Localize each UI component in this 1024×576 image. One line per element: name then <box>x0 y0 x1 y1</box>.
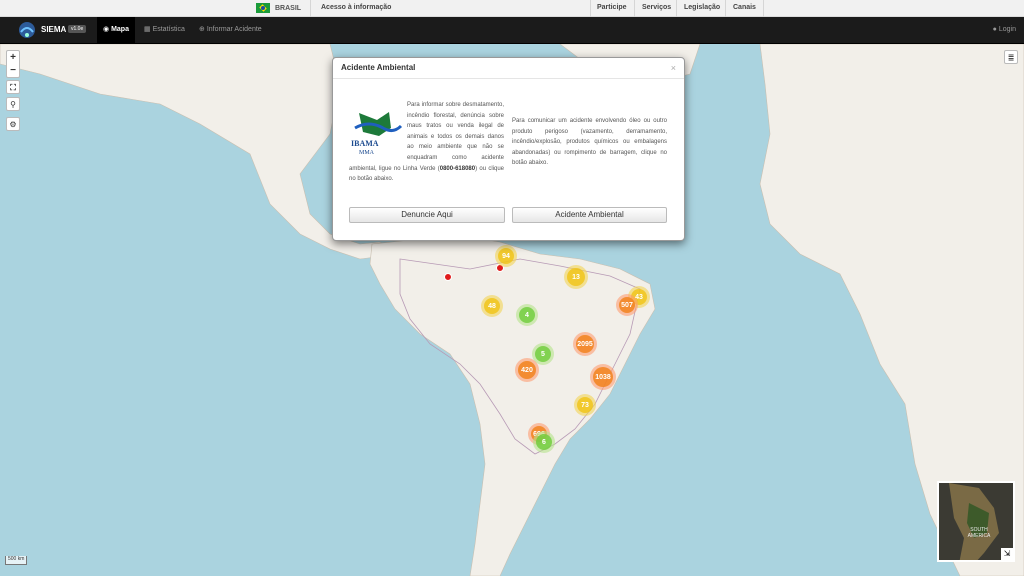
zoom-out-button[interactable]: − <box>7 64 19 77</box>
legislacao-link[interactable]: Legislação <box>684 4 720 11</box>
minimap-toggle-icon[interactable]: ⇲ <box>1001 548 1013 560</box>
gear-icon: ⚙ <box>9 120 17 129</box>
top-navbar: SIEMA v1.0e ◉ Mapa ▦ Estatística ⊕ Infor… <box>0 17 1024 44</box>
layers-icon: ≣ <box>1007 53 1015 62</box>
zoom-in-button[interactable]: + <box>7 51 19 64</box>
canais-link[interactable]: Canais <box>733 4 756 11</box>
fullscreen-button[interactable]: ⛶ <box>6 80 20 94</box>
right-description: Para comunicar um acidente envolvendo ól… <box>512 118 667 167</box>
cluster-marker[interactable]: 48 <box>481 295 503 317</box>
layers-button[interactable]: ≣ <box>1004 50 1018 64</box>
version-badge: v1.0e <box>68 25 87 33</box>
gov-bar: BRASIL Acesso à informação Participe Ser… <box>0 0 1024 17</box>
cluster-marker[interactable]: 13 <box>564 265 588 289</box>
scale-bar: 500 km <box>5 556 28 565</box>
servicos-link[interactable]: Serviços <box>642 4 671 11</box>
cluster-marker[interactable]: 4 <box>516 304 538 326</box>
phone-number: 0800-618080 <box>439 165 476 172</box>
access-info-link[interactable]: Acesso à informação <box>321 4 391 11</box>
close-icon[interactable]: × <box>671 63 676 73</box>
cluster-marker[interactable]: 1038 <box>590 364 616 390</box>
cluster-marker[interactable]: 507 <box>616 294 638 316</box>
acidente-ambiental-button[interactable]: Acidente Ambiental <box>512 207 667 223</box>
search-icon: ⚲ <box>10 100 16 109</box>
nav-informar-acidente[interactable]: ⊕ Informar Acidente <box>193 17 268 43</box>
brand-title[interactable]: SIEMA <box>41 25 66 34</box>
login-link[interactable]: ● Login <box>993 26 1016 33</box>
zoom-control: + − <box>6 50 20 78</box>
cluster-marker[interactable]: 2095 <box>573 332 597 356</box>
accident-marker[interactable] <box>444 273 452 281</box>
nav-mapa[interactable]: ◉ Mapa <box>97 17 135 43</box>
modal-title: Acidente Ambiental <box>333 58 684 79</box>
denuncie-aqui-button[interactable]: Denuncie Aqui <box>349 207 505 223</box>
nav-estatistica[interactable]: ▦ Estatística <box>138 17 191 43</box>
participe-link[interactable]: Participe <box>597 4 627 11</box>
south-america-land <box>369 233 656 576</box>
minimap-label: SOUTH AMERICA <box>967 527 991 539</box>
fullscreen-icon: ⛶ <box>10 83 16 92</box>
globe-icon: ◉ <box>103 26 112 33</box>
cluster-marker[interactable]: 6 <box>533 431 555 453</box>
modal-dialog: Acidente Ambiental × IBAMA MMA Para info… <box>332 57 685 241</box>
siema-logo-icon <box>19 22 35 38</box>
brasil-link[interactable]: BRASIL <box>256 3 301 13</box>
cluster-marker[interactable]: 94 <box>495 245 517 267</box>
cluster-marker[interactable]: 420 <box>515 358 539 382</box>
left-description: Para informar sobre desmatamento, incênd… <box>349 102 504 183</box>
search-button[interactable]: ⚲ <box>6 97 20 111</box>
locate-button[interactable]: ⚙ <box>6 117 20 131</box>
cluster-marker[interactable]: 73 <box>574 394 596 416</box>
minimap[interactable]: SOUTH AMERICA ⇲ <box>937 481 1015 562</box>
brazil-flag-icon <box>256 3 270 13</box>
plus-circle-icon: ⊕ <box>199 26 207 33</box>
bar-chart-icon: ▦ <box>144 26 153 33</box>
